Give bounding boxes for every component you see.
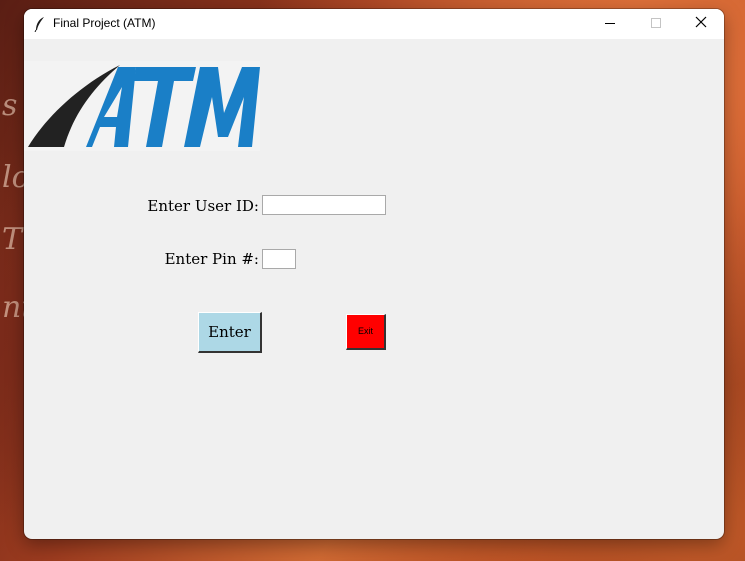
user-id-input[interactable] <box>262 195 386 215</box>
pin-label: Enter Pin #: <box>164 250 259 268</box>
exit-button[interactable]: Exit <box>346 314 386 350</box>
window-title: Final Project (ATM) <box>53 16 156 30</box>
minimize-button[interactable] <box>587 9 633 39</box>
atm-logo <box>24 61 260 151</box>
maximize-button[interactable] <box>633 9 679 39</box>
title-bar[interactable]: Final Project (ATM) <box>24 9 724 39</box>
close-button[interactable] <box>679 9 724 39</box>
maximize-icon <box>651 18 661 28</box>
pin-input[interactable] <box>262 249 296 269</box>
feather-icon <box>33 16 47 33</box>
background-art: s <box>2 88 18 123</box>
minimize-icon <box>605 23 615 24</box>
enter-button[interactable]: Enter <box>198 312 262 353</box>
user-id-label: Enter User ID: <box>147 197 259 215</box>
app-window: Final Project (ATM) Enter User ID: Enter… <box>24 9 724 539</box>
background-art: T <box>2 222 23 257</box>
close-icon <box>695 16 707 28</box>
